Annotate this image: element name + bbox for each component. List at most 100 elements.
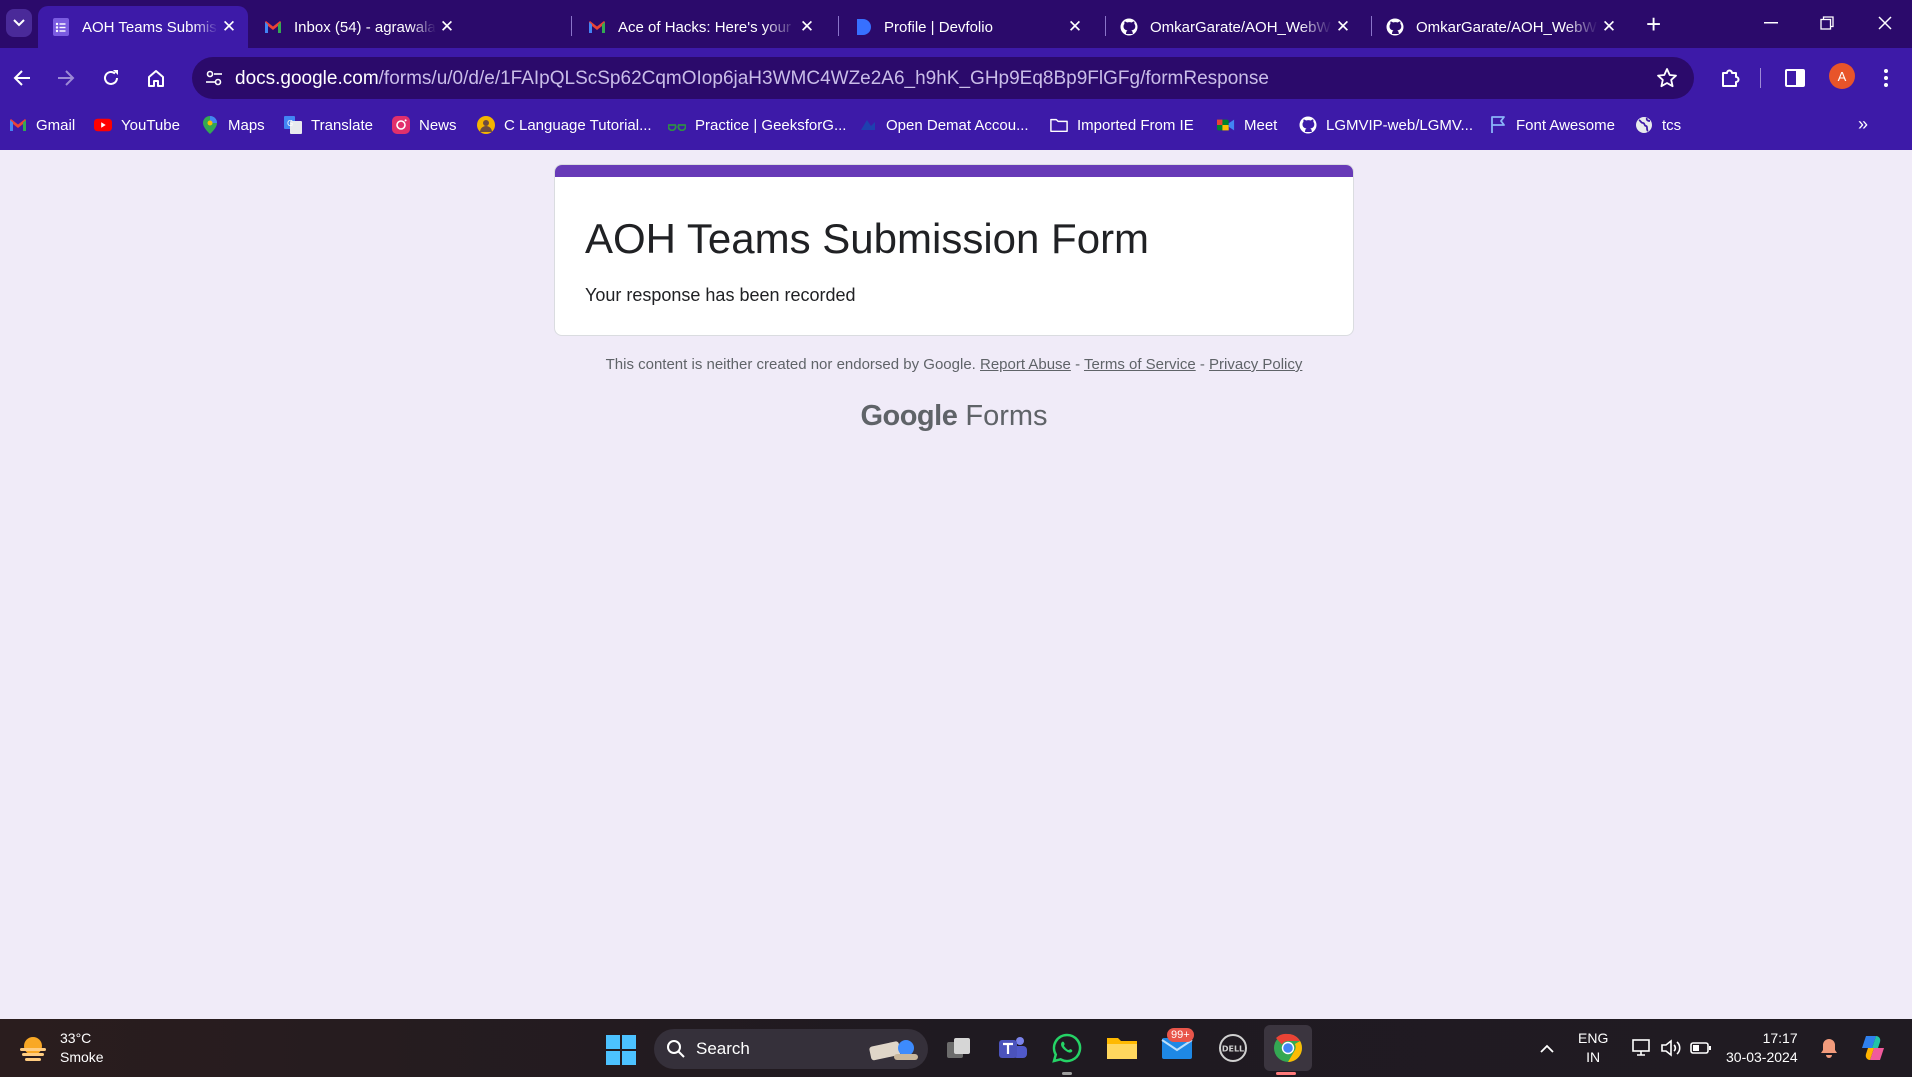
restore-button[interactable] xyxy=(1807,8,1847,38)
reload-button[interactable] xyxy=(95,62,127,94)
clock-date: 30-03-2024 xyxy=(1726,1049,1798,1065)
close-tab-icon[interactable]: ✕ xyxy=(218,17,240,37)
meet-icon xyxy=(1217,116,1235,134)
tutorial-icon xyxy=(477,116,495,134)
copilot-button[interactable] xyxy=(1856,1031,1890,1065)
task-view-button[interactable] xyxy=(942,1031,976,1065)
bookmark-c-language[interactable]: C Language Tutorial... xyxy=(477,108,652,142)
language-indicator[interactable]: ENG IN xyxy=(1578,1029,1608,1067)
puzzle-icon xyxy=(1722,69,1740,87)
form-accent-bar xyxy=(555,165,1353,177)
bookmark-tcs[interactable]: tcs xyxy=(1635,108,1681,142)
teams-icon xyxy=(999,1037,1027,1058)
profile-avatar[interactable]: A xyxy=(1829,63,1855,89)
tab-gmail-inbox[interactable]: Inbox (54) - agrawalakshat ✕ xyxy=(250,6,466,48)
tab-search-button[interactable] xyxy=(6,9,32,37)
url-host: docs.google.com xyxy=(235,68,379,89)
tab-devfolio[interactable]: Profile | Devfolio ✕ xyxy=(840,6,1094,48)
start-button[interactable] xyxy=(606,1035,636,1070)
tab-title: Inbox (54) - agrawalakshat xyxy=(294,18,436,36)
address-bar[interactable]: docs.google.com/forms/u/0/d/e/1FAIpQLScS… xyxy=(192,57,1694,99)
close-tab-icon[interactable]: ✕ xyxy=(1598,17,1620,37)
close-tab-icon[interactable]: ✕ xyxy=(436,17,458,37)
bookmark-translate[interactable]: G Translate xyxy=(284,108,373,142)
side-panel-button[interactable] xyxy=(1779,62,1811,94)
url-path: /forms/u/0/d/e/1FAIpQLScSp62CqmOIop6jaH3… xyxy=(378,68,1269,89)
instagram-icon xyxy=(392,116,410,134)
tab-title: OmkarGarate/AOH_WebW xyxy=(1150,18,1331,36)
weather-widget[interactable]: 33°C Smoke xyxy=(16,1029,104,1067)
task-view-icon xyxy=(947,1038,970,1058)
teams-button[interactable] xyxy=(996,1031,1030,1065)
file-explorer-button[interactable] xyxy=(1105,1031,1139,1065)
tab-aoh-form[interactable]: AOH Teams Submission Form ✕ xyxy=(38,6,248,48)
form-title: AOH Teams Submission Form xyxy=(585,215,1150,262)
minimize-button[interactable] xyxy=(1751,8,1791,38)
home-button[interactable] xyxy=(140,62,172,94)
bookmark-demat[interactable]: Open Demat Accou... xyxy=(859,108,1029,142)
tab-github-1[interactable]: OmkarGarate/AOH_WebW ✕ xyxy=(1106,6,1362,48)
back-button[interactable] xyxy=(6,62,38,94)
bookmark-gmail[interactable]: Gmail xyxy=(9,108,75,142)
report-abuse-link[interactable]: Report Abuse xyxy=(980,356,1071,373)
close-tab-icon[interactable]: ✕ xyxy=(796,17,818,37)
bookmark-font-awesome[interactable]: Font Awesome xyxy=(1489,108,1615,142)
bookmark-label: Translate xyxy=(311,116,373,134)
show-hidden-icons-button[interactable] xyxy=(1530,1031,1564,1065)
whatsapp-button[interactable] xyxy=(1050,1031,1084,1065)
bookmark-star-icon[interactable] xyxy=(1656,67,1678,89)
footer-separator: - xyxy=(1075,356,1081,373)
battery-button[interactable] xyxy=(1684,1031,1718,1065)
bookmark-youtube[interactable]: YouTube xyxy=(94,108,180,142)
github-icon xyxy=(1386,18,1404,36)
bookmark-label: Open Demat Accou... xyxy=(886,116,1029,134)
site-info-icon[interactable] xyxy=(204,68,224,88)
bookmarks-overflow-chevron-icon[interactable]: » xyxy=(1858,114,1868,135)
search-highlight-icon xyxy=(869,1040,918,1061)
bookmark-label: YouTube xyxy=(121,116,180,134)
dell-button[interactable]: DELL xyxy=(1216,1031,1250,1065)
new-tab-button[interactable]: + xyxy=(1646,10,1661,38)
gmail-icon xyxy=(264,18,282,36)
chevron-down-icon xyxy=(13,19,25,27)
bookmark-label: Practice | GeeksforG... xyxy=(695,116,847,134)
side-panel-icon xyxy=(1785,69,1805,87)
active-app-indicator xyxy=(1276,1072,1296,1075)
close-tab-icon[interactable]: ✕ xyxy=(1332,17,1354,37)
tab-gmail-ace[interactable]: Ace of Hacks: Here's your c ✕ xyxy=(574,6,826,48)
copilot-icon xyxy=(1862,1036,1884,1060)
tab-title: AOH Teams Submission Form xyxy=(82,18,218,36)
forward-button[interactable] xyxy=(50,62,82,94)
bookmark-news[interactable]: News xyxy=(392,108,457,142)
tab-github-2[interactable]: OmkarGarate/AOH_WebW ✕ xyxy=(1372,6,1628,48)
clock[interactable]: 17:17 30-03-2024 xyxy=(1726,1029,1798,1067)
language-region: IN xyxy=(1586,1049,1601,1065)
bookmark-geeksforgeeks[interactable]: Practice | GeeksforG... xyxy=(668,108,846,142)
tab-separator xyxy=(571,16,572,36)
demat-icon xyxy=(859,116,877,134)
chevron-up-icon xyxy=(1540,1044,1554,1053)
notifications-button[interactable] xyxy=(1812,1031,1846,1065)
privacy-link[interactable]: Privacy Policy xyxy=(1209,356,1302,373)
network-button[interactable] xyxy=(1624,1031,1658,1065)
arrow-left-icon xyxy=(13,70,30,86)
chrome-button[interactable] xyxy=(1271,1031,1305,1065)
browser-toolbar: docs.google.com/forms/u/0/d/e/1FAIpQLScS… xyxy=(0,48,1912,108)
taskbar-search[interactable]: Search xyxy=(654,1029,928,1069)
browser-menu-button[interactable] xyxy=(1870,62,1902,94)
bookmark-lgmvip[interactable]: LGMVIP-web/LGMV... xyxy=(1299,108,1473,142)
extensions-button[interactable] xyxy=(1714,62,1746,94)
gmail-icon xyxy=(9,116,27,134)
windows-taskbar: 33°C Smoke Search 99+ DELL ENG IN 17:17 … xyxy=(0,1019,1912,1077)
close-window-button[interactable] xyxy=(1865,8,1905,38)
search-label: Search xyxy=(696,1039,750,1058)
bookmark-maps[interactable]: Maps xyxy=(201,108,265,142)
youtube-icon xyxy=(94,116,112,134)
bookmark-meet[interactable]: Meet xyxy=(1217,108,1277,142)
close-tab-icon[interactable]: ✕ xyxy=(1064,17,1086,37)
bookmark-folder-ie[interactable]: Imported From IE xyxy=(1050,108,1194,142)
terms-link[interactable]: Terms of Service xyxy=(1084,356,1196,373)
google-forms-logo[interactable]: Google Forms xyxy=(554,400,1354,433)
volume-button[interactable] xyxy=(1654,1031,1688,1065)
footer-disclaimer: This content is neither created nor endo… xyxy=(554,356,1354,373)
